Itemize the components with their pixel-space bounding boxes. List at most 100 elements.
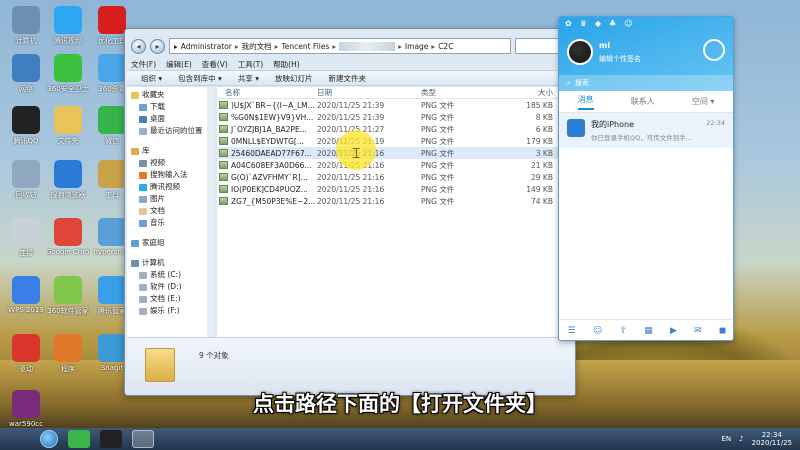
column-type-header[interactable]: 类型 [421,87,501,98]
menu-item[interactable]: 工具(T) [238,59,263,70]
menu-item[interactable]: 查看(V) [202,59,228,70]
sidebar-item[interactable]: 系统 (C:) [127,269,207,281]
start-button[interactable] [40,430,58,448]
path-segment-c2c[interactable]: C2C [438,42,453,51]
qq-search-bar[interactable]: ⌕ 搜索 [559,75,733,91]
qq-pet-icon[interactable]: ☺ [624,19,632,31]
column-size-header[interactable]: 大小 [501,87,553,98]
sidebar-item[interactable]: 文档 [127,205,207,217]
file-row[interactable]: 0MNLL$EYDWTG[...2020/11/25 21:19PNG 文件17… [217,135,575,147]
column-name-header[interactable]: 名称 [217,87,317,98]
tab-space[interactable]: 空间 ▾ [692,96,715,107]
desktop-icon[interactable]: 回收站 [4,160,48,200]
qq-taskbar-icon[interactable] [100,430,122,448]
toolbar-button[interactable]: 组织 ▾ [141,73,162,84]
sidebar-item[interactable]: 腾讯视频 [127,181,207,193]
toolbar-button[interactable]: 新建文件夹 [328,73,366,84]
sidebar-item[interactable]: 娱乐 (F:) [127,305,207,317]
desktop-icon[interactable]: WPS 2019 [4,276,48,314]
desktop-icon-label: 驱动 [19,365,33,373]
file-row[interactable]: J`OYZJBJ1A_BA2PE... 2020/11/25 21:27 PNG 文… [217,123,575,135]
qq-signature[interactable]: 编辑个性签名 [599,54,641,64]
desktop-icon[interactable]: 程序 [46,334,90,374]
sidebar-item[interactable]: 计算机 [127,257,207,269]
language-indicator[interactable]: EN [722,435,732,443]
file-row[interactable]: 25460DAEAD77F67...2020/11/25 21:16PNG 文件… [217,147,575,159]
toolbar-button[interactable]: 共享 ▾ [238,73,259,84]
desktop-icon[interactable]: 搜狗浏览器 [46,160,90,200]
back-button[interactable]: ◂ [131,38,146,54]
menu-icon[interactable]: ☰ [568,326,576,336]
file-row[interactable]: A04C608EF3A0D66... 2020/11/25 21:16 PNG 文件… [217,159,575,171]
desktop-icon[interactable]: 腾讯视频 [46,6,90,46]
volume-icon[interactable]: ♪ [739,435,743,443]
file-row[interactable]: G(O)`AZVFHMY`R]... 2020/11/25 21:16 PNG 文件… [217,171,575,183]
file-row[interactable]: )U$JX`BR~{(I~A_LM... 2020/11/25 21:39 PNG … [217,99,575,111]
qq-skin-icon[interactable]: ♛ [580,19,587,31]
clock[interactable]: 22:34 2020/11/25 [752,431,792,447]
sidebar-item[interactable]: 库 [127,145,207,157]
desktop-icon[interactable]: 360安全卫士 [46,54,90,94]
list-item[interactable]: 我的iPhone 你已登录手机QQ，可传文件到手... 22:34 [559,113,733,148]
ie-taskbar-icon[interactable] [68,430,90,448]
message-time: 22:34 [706,119,725,127]
sidebar-item[interactable]: 文档 (E:) [127,293,207,305]
qq-nickname[interactable]: mi [599,41,610,50]
path-separator-icon: ▸ [431,41,436,51]
file-type-cell: PNG 文件 [421,160,455,170]
file-name-cell: )U$JX`BR~{(I~A_LM... [217,101,317,110]
hypersnap-icon [98,218,126,246]
folder-icon [139,115,147,123]
file-date-cell: 2020/11/25 21:16 [317,184,385,194]
sidebar-item[interactable]: 视频 [127,157,207,169]
sidebar-item[interactable]: 音乐 [127,217,207,229]
desktop-icon[interactable]: 360软件管家 [46,276,90,316]
menu-item[interactable]: 帮助(H) [273,59,300,70]
toolbar-button[interactable]: 包含到库中 ▾ [178,73,222,84]
toolbar-button[interactable]: 放映幻灯片 [275,73,313,84]
add-friend-icon[interactable]: ☺ [593,326,602,336]
sidebar-item[interactable]: 下载 [127,101,207,113]
path-segment-tencent-files[interactable]: Tencent Files [281,42,329,51]
qq-game-icon[interactable]: ♣ [609,19,616,31]
mail-icon[interactable]: ✉ [694,326,702,336]
file-row[interactable]: ZG7_{M50P3E%E~2... 2020/11/25 21:16 PNG 文件… [217,195,575,207]
file-row[interactable]: %G0N$1EW}V9}VH... 2020/11/25 21:39 PNG 文件 8… [217,111,575,123]
column-date-header[interactable]: 日期 [317,87,421,98]
desktop-icon[interactable]: 腾讯QQ [4,106,48,146]
sidebar-item[interactable]: 搜狗输入法 [127,169,207,181]
sidebar-item[interactable]: 收藏夹 [127,89,207,101]
desktop-icon[interactable]: 连接 [4,218,48,258]
folder-icon [139,283,147,291]
sidebar-item[interactable]: 软件 (D:) [127,281,207,293]
desktop-icon[interactable]: 文件夹 [46,106,90,146]
sidebar-item[interactable]: 家庭组 [127,237,207,249]
app-manager-icon[interactable]: ◼ [719,326,726,336]
file-row[interactable]: IO(P0EK]CD4PUOZ... 2020/11/25 21:16 PNG 文件… [217,183,575,195]
address-bar[interactable]: ▸ Administrator ▸ 我的文档 ▸ Tencent Files ▸… [169,38,511,54]
tab-contacts[interactable]: 联系人 [631,96,655,107]
menu-item[interactable]: 编辑(E) [166,59,192,70]
game-icon[interactable]: ▦ [644,326,653,336]
desktop-icon[interactable]: 驱动 [4,334,48,374]
path-segment-documents[interactable]: 我的文档 [242,41,272,52]
path-segment-administrator[interactable]: Administrator [181,42,232,51]
desktop-icon[interactable]: Google Chrome [46,218,90,256]
pane-splitter[interactable] [207,87,215,337]
path-segment-image[interactable]: Image [405,42,429,51]
upload-icon[interactable]: ⇪ [619,326,627,336]
qq-app-icon[interactable]: ◆ [595,19,601,31]
sidebar-item[interactable]: 最近访问的位置 [127,125,207,137]
sidebar-item[interactable]: 桌面 [127,113,207,125]
video-icon[interactable]: ▶ [670,326,677,336]
avatar[interactable] [567,39,593,65]
weather-sun-icon[interactable] [703,39,725,61]
file-date-cell: 2020/11/25 21:16 [317,172,385,182]
tab-messages[interactable]: 消息 [577,94,594,110]
explorer-taskbar-icon[interactable] [132,430,154,448]
desktop-icon[interactable]: 计算机 [4,6,48,46]
menu-item[interactable]: 文件(F) [131,59,156,70]
forward-button[interactable]: ▸ [150,38,165,54]
sidebar-item[interactable]: 图片 [127,193,207,205]
desktop-icon[interactable]: 网络 [4,54,48,94]
